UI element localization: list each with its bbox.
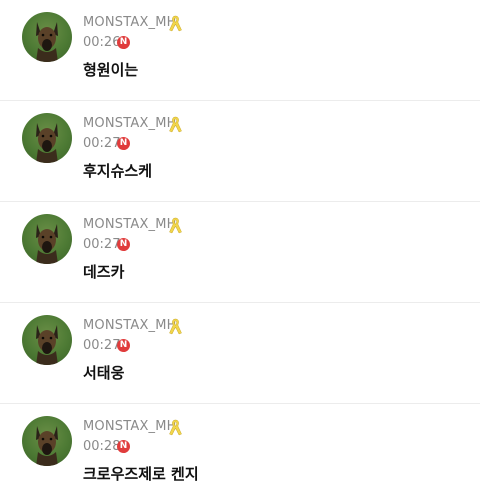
avatar[interactable] bbox=[22, 416, 72, 466]
dog-avatar-icon bbox=[36, 426, 58, 466]
timestamp: 00:27 bbox=[83, 338, 121, 353]
yellow-ribbon-icon bbox=[169, 419, 182, 436]
yellow-ribbon-icon bbox=[169, 217, 182, 234]
dog-avatar-icon bbox=[36, 325, 58, 365]
yellow-ribbon-icon bbox=[169, 15, 182, 32]
message-text: 형원이는 bbox=[83, 61, 139, 79]
avatar[interactable] bbox=[22, 214, 72, 264]
new-badge: N bbox=[117, 137, 130, 150]
post-item[interactable]: MONSTAX_MH 00:27 N 서태웅 bbox=[0, 303, 480, 404]
dog-avatar-icon bbox=[36, 224, 58, 264]
new-badge: N bbox=[117, 440, 130, 453]
username[interactable]: MONSTAX_MH bbox=[83, 115, 177, 133]
post-item[interactable]: MONSTAX_MH 00:27 N 데즈카 bbox=[0, 202, 480, 303]
post-item[interactable]: MONSTAX_MH 00:28 N 크로우즈제로 켄지 bbox=[0, 404, 480, 499]
username[interactable]: MONSTAX_MH bbox=[83, 418, 177, 436]
message-text: 데즈카 bbox=[83, 263, 125, 281]
dog-avatar-icon bbox=[36, 123, 58, 163]
username[interactable]: MONSTAX_MH bbox=[83, 317, 177, 335]
timestamp: 00:27 bbox=[83, 136, 121, 151]
timestamp: 00:27 bbox=[83, 237, 121, 252]
username[interactable]: MONSTAX_MH bbox=[83, 14, 177, 32]
message-text: 크로우즈제로 켄지 bbox=[83, 465, 199, 483]
avatar[interactable] bbox=[22, 12, 72, 62]
avatar[interactable] bbox=[22, 113, 72, 163]
new-badge: N bbox=[117, 238, 130, 251]
yellow-ribbon-icon bbox=[169, 318, 182, 335]
dog-avatar-icon bbox=[36, 22, 58, 62]
post-item[interactable]: MONSTAX_MH 00:27 N 후지슈스케 bbox=[0, 101, 480, 202]
post-item[interactable]: MONSTAX_MH 00:26 N 형원이는 bbox=[0, 0, 480, 101]
username[interactable]: MONSTAX_MH bbox=[83, 216, 177, 234]
avatar[interactable] bbox=[22, 315, 72, 365]
message-text: 서태웅 bbox=[83, 364, 125, 382]
new-badge: N bbox=[117, 339, 130, 352]
timestamp: 00:28 bbox=[83, 439, 121, 454]
post-feed: MONSTAX_MH 00:26 N 형원이는 MONSTAX_MH 00:27… bbox=[0, 0, 480, 499]
yellow-ribbon-icon bbox=[169, 116, 182, 133]
new-badge: N bbox=[117, 36, 130, 49]
message-text: 후지슈스케 bbox=[83, 162, 153, 180]
timestamp: 00:26 bbox=[83, 35, 121, 50]
